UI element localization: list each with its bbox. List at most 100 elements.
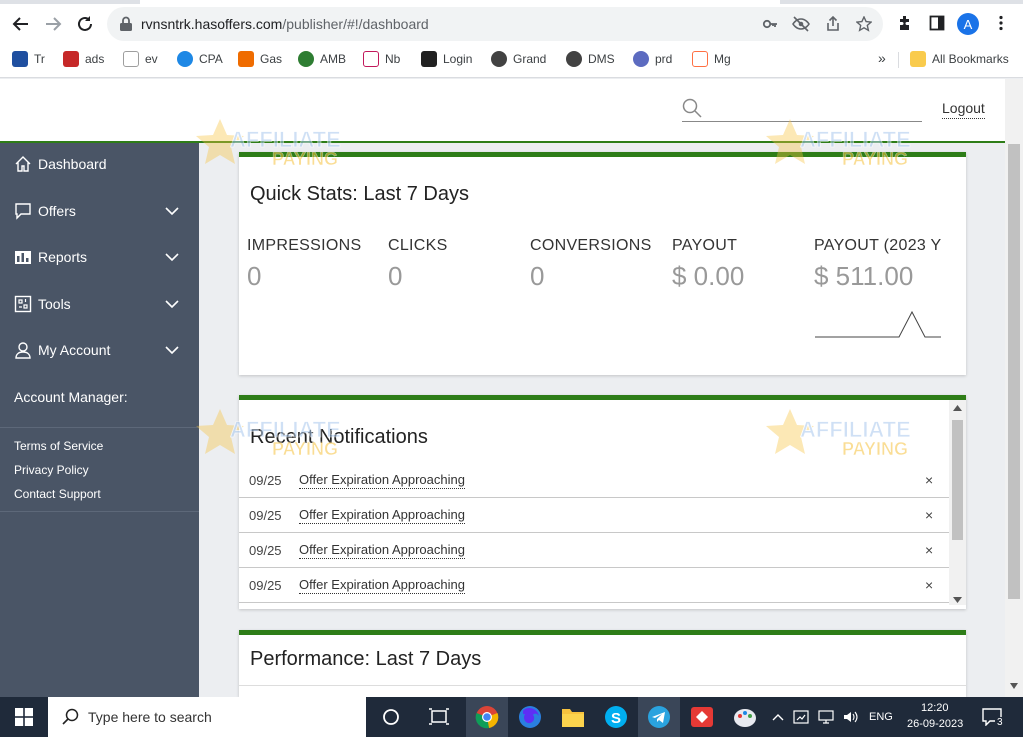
chevron-down-icon[interactable]: [165, 250, 179, 264]
vpn-tray-icon[interactable]: [790, 697, 812, 737]
search-icon[interactable]: [682, 98, 702, 118]
bookmark-cpa[interactable]: CPA: [177, 48, 223, 70]
key-icon[interactable]: [761, 15, 779, 33]
performance-title: Performance: Last 7 Days: [250, 648, 482, 670]
telegram-taskbar-icon[interactable]: [638, 697, 680, 737]
notification-center-icon[interactable]: 3: [972, 697, 1012, 737]
share-icon[interactable]: [824, 15, 842, 33]
windows-start-icon[interactable]: [3, 697, 45, 737]
cortana-icon[interactable]: [370, 697, 412, 737]
scroll-up-icon[interactable]: [953, 405, 962, 411]
star-icon[interactable]: [855, 15, 873, 33]
scrollbar-thumb[interactable]: [952, 420, 963, 540]
terms-of-service-link[interactable]: Terms of Service: [14, 439, 103, 453]
bookmark-gas[interactable]: Gas: [238, 48, 282, 70]
tray-chevron-up-icon[interactable]: [767, 697, 789, 737]
anydesk-taskbar-icon[interactable]: [681, 697, 723, 737]
bookmark-amb[interactable]: AMB: [298, 48, 346, 70]
tab-strip: [0, 0, 1023, 4]
chrome-taskbar-icon[interactable]: [466, 697, 508, 737]
notification-date: 09/25: [249, 543, 282, 558]
close-icon[interactable]: ×: [925, 577, 933, 593]
notification-date: 09/25: [249, 473, 282, 488]
stat-value: 0: [530, 261, 545, 291]
close-icon[interactable]: ×: [925, 507, 933, 523]
bookmark-grand[interactable]: Grand: [491, 48, 546, 70]
sidebar-item-dashboard[interactable]: Dashboard: [0, 144, 199, 184]
extensions-icon[interactable]: [894, 12, 916, 34]
stat-conversions: CONVERSIONS 0: [530, 237, 652, 292]
menu-kebab-icon[interactable]: [990, 12, 1012, 34]
bookmark-favicon-icon: [12, 51, 28, 67]
account-manager-label: Account Manager:: [14, 389, 128, 405]
firefox-taskbar-icon[interactable]: [509, 697, 551, 737]
page-scrollbar[interactable]: [1005, 79, 1023, 697]
sidebar-item-reports[interactable]: Reports: [0, 237, 199, 277]
url-text[interactable]: rvnsntrk.hasoffers.com/publisher/#!/dash…: [141, 16, 429, 32]
sidebar-item-tools[interactable]: Tools: [0, 284, 199, 324]
bookmark-favicon-icon: [363, 51, 379, 67]
scroll-down-icon[interactable]: [1010, 683, 1018, 689]
taskbar-search-input[interactable]: Type here to search: [48, 697, 366, 737]
volume-tray-icon[interactable]: [840, 697, 862, 737]
close-icon[interactable]: ×: [925, 542, 933, 558]
bookmark-login[interactable]: Login: [421, 48, 472, 70]
svg-text:S: S: [611, 710, 621, 727]
bookmark-tr[interactable]: Tr: [12, 48, 45, 70]
notification-row: 09/25 Offer Expiration Approaching ×: [239, 533, 949, 568]
network-tray-icon[interactable]: [815, 697, 837, 737]
stat-value: 0: [247, 261, 262, 291]
skype-taskbar-icon[interactable]: S: [595, 697, 637, 737]
bookmarks-overflow-icon[interactable]: »: [878, 50, 886, 66]
stat-value: $ 0.00: [672, 261, 745, 291]
sidebar-item-offers[interactable]: Offers: [0, 191, 199, 231]
contact-support-link[interactable]: Contact Support: [14, 487, 101, 501]
notifications-scrollbar[interactable]: [949, 400, 966, 605]
bookmark-nb[interactable]: Nb: [363, 48, 400, 70]
file-explorer-taskbar-icon[interactable]: [552, 697, 594, 737]
notification-link[interactable]: Offer Expiration Approaching: [299, 577, 465, 594]
address-bar[interactable]: rvnsntrk.hasoffers.com/publisher/#!/dash…: [107, 7, 883, 41]
sidebar-item-my-account[interactable]: My Account: [0, 330, 199, 370]
notification-link[interactable]: Offer Expiration Approaching: [299, 472, 465, 489]
bookmark-ev[interactable]: ev: [123, 48, 158, 70]
bookmark-dms[interactable]: DMS: [566, 48, 615, 70]
notification-row: 09/25 Offer Expiration Approaching ×: [239, 568, 949, 603]
chevron-down-icon[interactable]: [165, 297, 179, 311]
close-icon[interactable]: ×: [925, 472, 933, 488]
logout-link[interactable]: Logout: [942, 100, 985, 119]
notification-link[interactable]: Offer Expiration Approaching: [299, 542, 465, 559]
notification-count-badge: 3: [995, 717, 1005, 728]
bookmark-ads[interactable]: ads: [63, 48, 104, 70]
paint-taskbar-icon[interactable]: [724, 697, 766, 737]
notification-date: 09/25: [249, 508, 282, 523]
bar-chart-icon: [14, 248, 32, 266]
privacy-policy-link[interactable]: Privacy Policy: [14, 463, 89, 477]
sidebar-divider: [0, 511, 199, 512]
reload-icon[interactable]: [73, 12, 97, 36]
side-panel-icon[interactable]: [926, 12, 948, 34]
eye-off-icon[interactable]: [792, 15, 810, 33]
profile-avatar[interactable]: A: [957, 13, 979, 35]
back-icon[interactable]: [9, 12, 33, 36]
lock-icon[interactable]: [119, 16, 133, 32]
language-indicator[interactable]: ENG: [869, 711, 893, 723]
bookmark-mg[interactable]: Mg: [692, 48, 731, 70]
taskbar-date[interactable]: 26-09-2023: [907, 718, 963, 730]
scroll-down-icon[interactable]: [953, 597, 962, 603]
search-input[interactable]: [682, 121, 922, 122]
active-tab[interactable]: [140, 0, 780, 4]
stat-label: PAYOUT (2023 Y: [814, 237, 942, 254]
task-view-icon[interactable]: [418, 697, 460, 737]
all-bookmarks[interactable]: All Bookmarks: [910, 48, 1009, 70]
bookmarks-divider: [898, 52, 899, 68]
scrollbar-thumb[interactable]: [1008, 144, 1020, 599]
search-icon: [62, 708, 79, 725]
forward-icon[interactable]: [41, 12, 65, 36]
taskbar-clock[interactable]: 12:20: [921, 702, 949, 714]
chevron-down-icon[interactable]: [165, 343, 179, 357]
sidebar-divider: [0, 427, 199, 428]
bookmark-prd[interactable]: prd: [633, 48, 672, 70]
notification-link[interactable]: Offer Expiration Approaching: [299, 507, 465, 524]
chevron-down-icon[interactable]: [165, 204, 179, 218]
